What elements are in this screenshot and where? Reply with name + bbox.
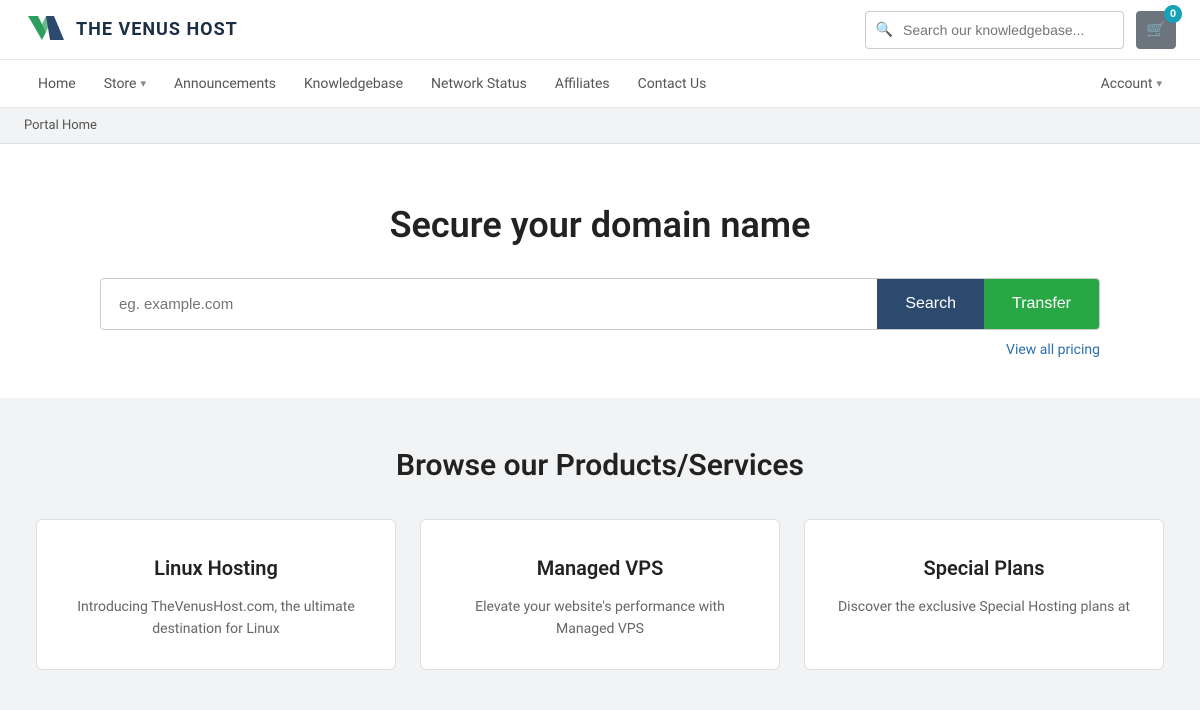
nav-label-home: Home <box>38 76 76 92</box>
products-grid: Linux Hosting Introducing TheVenusHost.c… <box>24 519 1176 670</box>
product-card-linux: Linux Hosting Introducing TheVenusHost.c… <box>36 519 396 670</box>
product-card-vps: Managed VPS Elevate your website's perfo… <box>420 519 780 670</box>
brand-name-text: THE VENUS HOST <box>76 19 238 40</box>
nav-item-store[interactable]: Store ▾ <box>90 60 160 108</box>
cart-button[interactable]: 🛒 0 <box>1136 11 1176 49</box>
nav-item-network-status[interactable]: Network Status <box>417 60 541 108</box>
nav-label-contact-us: Contact Us <box>638 76 707 92</box>
nav-label-affiliates: Affiliates <box>555 76 610 92</box>
product-desc-linux: Introducing TheVenusHost.com, the ultima… <box>65 596 367 641</box>
nav-item-home[interactable]: Home <box>24 60 90 108</box>
nav-label-store: Store <box>104 76 137 92</box>
nav-item-affiliates[interactable]: Affiliates <box>541 60 624 108</box>
hero-section: Secure your domain name Search Transfer … <box>0 144 1200 398</box>
domain-transfer-button[interactable]: Transfer <box>984 279 1099 329</box>
hero-title: Secure your domain name <box>24 204 1176 246</box>
nav-label-announcements: Announcements <box>174 76 276 92</box>
nav-label-account: Account <box>1101 76 1153 92</box>
nav-menu: Home Store ▾ Announcements Knowledgebase… <box>0 60 1200 108</box>
product-desc-special: Discover the exclusive Special Hosting p… <box>833 596 1135 618</box>
breadcrumb: Portal Home <box>0 108 1200 144</box>
product-desc-vps: Elevate your website's performance with … <box>449 596 751 641</box>
product-title-special: Special Plans <box>833 556 1135 580</box>
cart-badge: 0 <box>1164 5 1182 23</box>
navbar-right: 🔍 🛒 0 <box>865 11 1176 49</box>
nav-item-contact-us[interactable]: Contact Us <box>624 60 721 108</box>
nav-item-knowledgebase[interactable]: Knowledgebase <box>290 60 417 108</box>
knowledgebase-search-input[interactable] <box>903 22 1123 38</box>
domain-search-button[interactable]: Search <box>877 279 984 329</box>
store-dropdown-icon: ▾ <box>140 77 146 90</box>
vh-logo-icon <box>24 12 68 48</box>
breadcrumb-link[interactable]: Portal Home <box>24 118 97 133</box>
view-all-pricing-link[interactable]: View all pricing <box>100 342 1100 358</box>
knowledgebase-search-box: 🔍 <box>865 11 1124 49</box>
cart-icon: 🛒 <box>1146 20 1166 40</box>
brand-logo-link[interactable]: THE VENUS HOST <box>24 12 238 48</box>
nav-item-account[interactable]: Account ▾ <box>1087 60 1176 108</box>
nav-item-announcements[interactable]: Announcements <box>160 60 290 108</box>
domain-search-input[interactable] <box>101 279 877 329</box>
products-section-title: Browse our Products/Services <box>24 448 1176 483</box>
account-dropdown-icon: ▾ <box>1156 77 1162 90</box>
navbar: THE VENUS HOST 🔍 🛒 0 <box>0 0 1200 60</box>
product-title-vps: Managed VPS <box>449 556 751 580</box>
search-nav-icon: 🔍 <box>866 22 903 38</box>
products-section: Browse our Products/Services Linux Hosti… <box>0 398 1200 710</box>
nav-label-network-status: Network Status <box>431 76 527 92</box>
product-title-linux: Linux Hosting <box>65 556 367 580</box>
domain-search-bar: Search Transfer <box>100 278 1100 330</box>
product-card-special: Special Plans Discover the exclusive Spe… <box>804 519 1164 670</box>
nav-label-knowledgebase: Knowledgebase <box>304 76 403 92</box>
